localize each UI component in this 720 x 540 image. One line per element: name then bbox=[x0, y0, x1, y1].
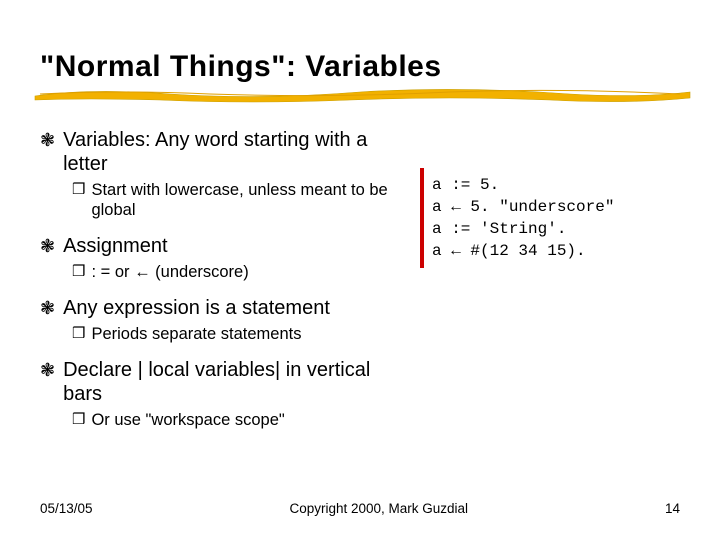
footer-copyright: Copyright 2000, Mark Guzdial bbox=[289, 501, 468, 516]
bullet-l2-icon: ❒ bbox=[72, 180, 85, 200]
code-column: a := 5. a ← 5. "underscore" a := 'String… bbox=[420, 128, 680, 444]
bullet-l1-icon: ❃ bbox=[40, 296, 55, 320]
bullet-level2: ❒ : = or ← (underscore) bbox=[72, 262, 400, 282]
bullet-text: Declare | local variables| in vertical b… bbox=[63, 358, 400, 406]
slide: "Normal Things": Variables ❃ Variables: A… bbox=[0, 0, 720, 540]
bullet-l2-icon: ❒ bbox=[72, 410, 85, 430]
title-underline bbox=[40, 88, 680, 100]
footer-date: 05/13/05 bbox=[40, 501, 93, 516]
slide-title: "Normal Things": Variables bbox=[40, 50, 680, 84]
bullet-text: Start with lowercase, unless meant to be… bbox=[91, 180, 400, 220]
bullet-level2: ❒ Or use "workspace scope" bbox=[72, 410, 400, 430]
content-area: ❃ Variables: Any word starting with a let… bbox=[40, 128, 680, 444]
title-wrap: "Normal Things": Variables bbox=[40, 50, 680, 84]
bullet-text: Or use "workspace scope" bbox=[91, 410, 284, 430]
bullet-text: Periods separate statements bbox=[91, 324, 301, 344]
bullet-column: ❃ Variables: Any word starting with a let… bbox=[40, 128, 400, 444]
bullet-l1-icon: ❃ bbox=[40, 358, 55, 382]
bullet-l2-icon: ❒ bbox=[72, 324, 85, 344]
bullet-l2-icon: ❒ bbox=[72, 262, 85, 282]
bullet-text: Assignment bbox=[63, 234, 168, 258]
bullet-level2: ❒ Start with lowercase, unless meant to b… bbox=[72, 180, 400, 220]
footer: 05/13/05 Copyright 2000, Mark Guzdial 14 bbox=[40, 501, 680, 516]
bullet-l1-icon: ❃ bbox=[40, 128, 55, 152]
bullet-level1: ❃ Any expression is a statement bbox=[40, 296, 400, 320]
code-example: a := 5. a ← 5. "underscore" a := 'String… bbox=[420, 168, 680, 268]
bullet-text: : = or ← (underscore) bbox=[91, 262, 248, 282]
bullet-text: Any expression is a statement bbox=[63, 296, 330, 320]
bullet-l1-icon: ❃ bbox=[40, 234, 55, 258]
bullet-level1: ❃ Variables: Any word starting with a let… bbox=[40, 128, 400, 176]
bullet-text: Variables: Any word starting with a lett… bbox=[63, 128, 400, 176]
bullet-level1: ❃ Declare | local variables| in vertical … bbox=[40, 358, 400, 406]
footer-page-number: 14 bbox=[665, 501, 680, 516]
bullet-level1: ❃ Assignment bbox=[40, 234, 400, 258]
bullet-level2: ❒ Periods separate statements bbox=[72, 324, 400, 344]
brush-underline-icon bbox=[30, 82, 720, 106]
